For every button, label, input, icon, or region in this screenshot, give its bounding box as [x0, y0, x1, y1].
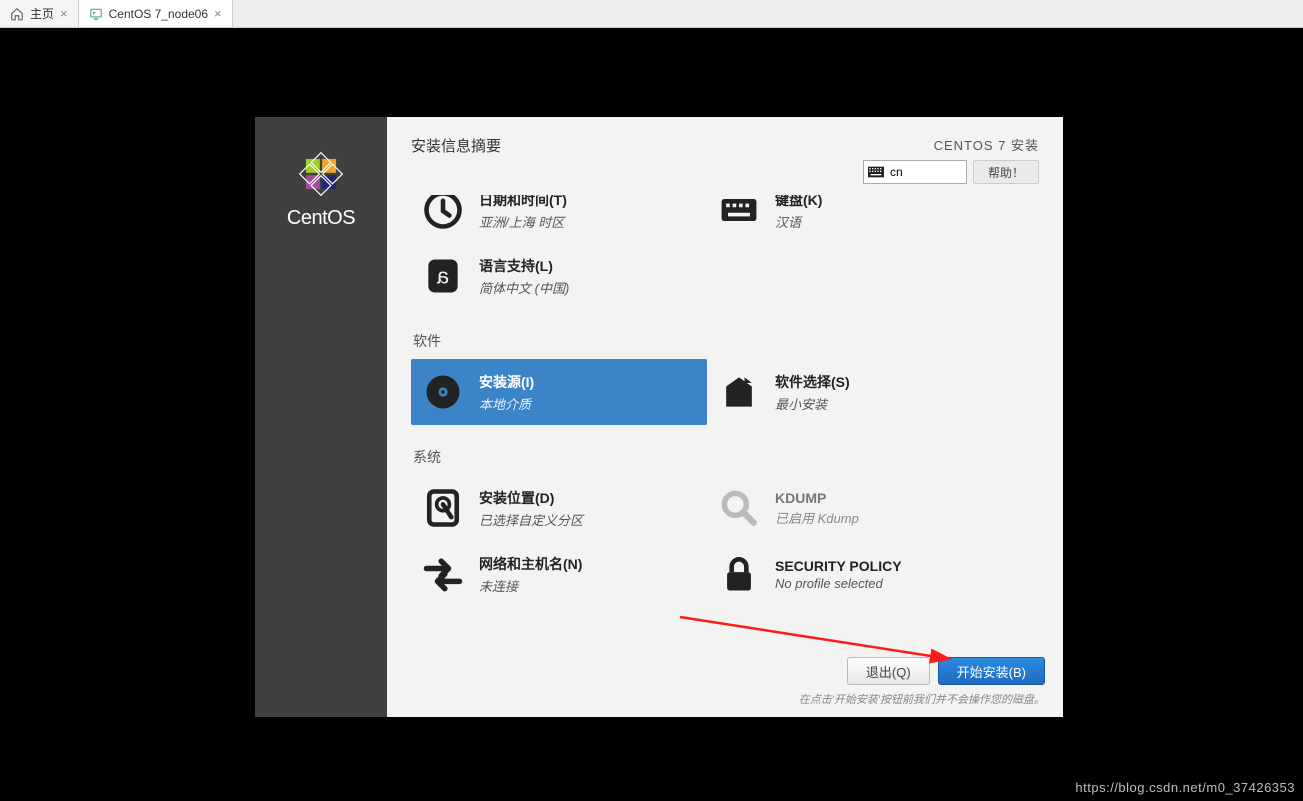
spoke-title: SECURITY POLICY — [775, 558, 902, 574]
begin-install-button[interactable]: 开始安装(B) — [938, 657, 1045, 685]
spoke-title: 语言支持(L) — [479, 256, 569, 276]
spoke-sub: 本地介质 — [479, 394, 534, 413]
spoke-software-selection[interactable]: 软件选择(S) 最小安装 — [707, 359, 1003, 425]
keyboard-layout-indicator[interactable]: cn — [863, 160, 967, 184]
keyboard-icon — [717, 195, 761, 232]
spoke-sub: 已选择自定义分区 — [479, 510, 583, 529]
topbar: 安装信息摘要 CENTOS 7 安装 cn 帮助！ — [387, 117, 1063, 195]
lock-icon — [717, 552, 761, 596]
spoke-installation-destination[interactable]: 安装位置(D) 已选择自定义分区 — [411, 475, 707, 541]
keyboard-layout-text: cn — [890, 165, 903, 179]
centos-logo: CentOS — [287, 145, 355, 230]
spoke-sub: No profile selected — [775, 576, 902, 591]
tab-home-label: 主页 — [30, 5, 54, 22]
spoke-sub: 最小安装 — [775, 394, 850, 413]
footer: 退出(Q) 开始安装(B) 在点击'开始安装'按钮前我们并不会操作您的磁盘。 — [387, 647, 1063, 717]
spoke-security-policy[interactable]: SECURITY POLICY No profile selected — [707, 541, 1003, 607]
tab-vm[interactable]: CentOS 7_node06 × — [79, 0, 233, 27]
spoke-network[interactable]: 网络和主机名(N) 未连接 — [411, 541, 707, 607]
search-icon — [717, 486, 761, 530]
spoke-title: 软件选择(S) — [775, 372, 850, 392]
page-title: 安装信息摘要 — [411, 135, 501, 156]
disc-icon — [421, 370, 465, 414]
spoke-sub: 未连接 — [479, 576, 582, 595]
keyboard-icon — [868, 166, 884, 178]
quit-button[interactable]: 退出(Q) — [847, 657, 930, 685]
centos-logo-icon — [292, 145, 350, 203]
hdd-icon — [421, 486, 465, 530]
spoke-install-source[interactable]: 安装源(I) 本地介质 — [411, 359, 707, 425]
spoke-title: 网络和主机名(N) — [479, 554, 582, 574]
host-tabbar: 主页 × CentOS 7_node06 × — [0, 0, 1303, 28]
spoke-title: 日期和时间(T) — [479, 195, 567, 210]
spoke-kdump[interactable]: KDUMP 已启用 Kdump — [707, 475, 1003, 541]
spoke-sub: 亚洲/上海 时区 — [479, 212, 567, 231]
spoke-title: 安装源(I) — [479, 372, 534, 392]
hub-content: 日期和时间(T) 亚洲/上海 时区 键盘(K) 汉语 a 语言支持(L) 简体中文 (… — [387, 195, 1063, 717]
main-panel: 安装信息摘要 CENTOS 7 安装 cn 帮助！ 日期和时间 — [387, 117, 1063, 717]
sidebar: CentOS — [255, 117, 387, 717]
anaconda-installer: CentOS 安装信息摘要 CENTOS 7 安装 cn 帮助！ — [255, 117, 1063, 717]
help-button[interactable]: 帮助！ — [973, 160, 1039, 184]
network-icon — [421, 552, 465, 596]
product-name: CENTOS 7 安装 — [934, 135, 1039, 154]
footer-hint: 在点击'开始安装'按钮前我们并不会操作您的磁盘。 — [799, 691, 1045, 707]
clock-icon — [421, 195, 465, 232]
spoke-language[interactable]: a 语言支持(L) 简体中文 (中国) — [411, 243, 707, 309]
tab-home[interactable]: 主页 × — [0, 0, 79, 27]
close-icon[interactable]: × — [214, 6, 222, 21]
language-icon: a — [421, 254, 465, 298]
spoke-title: 键盘(K) — [775, 195, 822, 210]
tab-vm-label: CentOS 7_node06 — [109, 7, 208, 21]
close-icon[interactable]: × — [60, 6, 68, 21]
home-icon — [10, 7, 24, 21]
svg-text:a: a — [436, 263, 449, 288]
spoke-sub: 简体中文 (中国) — [479, 278, 569, 297]
centos-wordmark: CentOS — [287, 207, 355, 230]
package-icon — [717, 370, 761, 414]
section-software: 软件 — [413, 331, 1039, 351]
watermark: https://blog.csdn.net/m0_37426353 — [1075, 780, 1295, 795]
spoke-datetime[interactable]: 日期和时间(T) 亚洲/上海 时区 — [411, 195, 707, 243]
spoke-title: 安装位置(D) — [479, 488, 583, 508]
spoke-sub: 汉语 — [775, 212, 822, 231]
spoke-title: KDUMP — [775, 490, 859, 506]
section-system: 系统 — [413, 447, 1039, 467]
spoke-sub: 已启用 Kdump — [775, 508, 859, 527]
spoke-keyboard[interactable]: 键盘(K) 汉语 — [707, 195, 1003, 243]
vm-icon — [89, 7, 103, 21]
